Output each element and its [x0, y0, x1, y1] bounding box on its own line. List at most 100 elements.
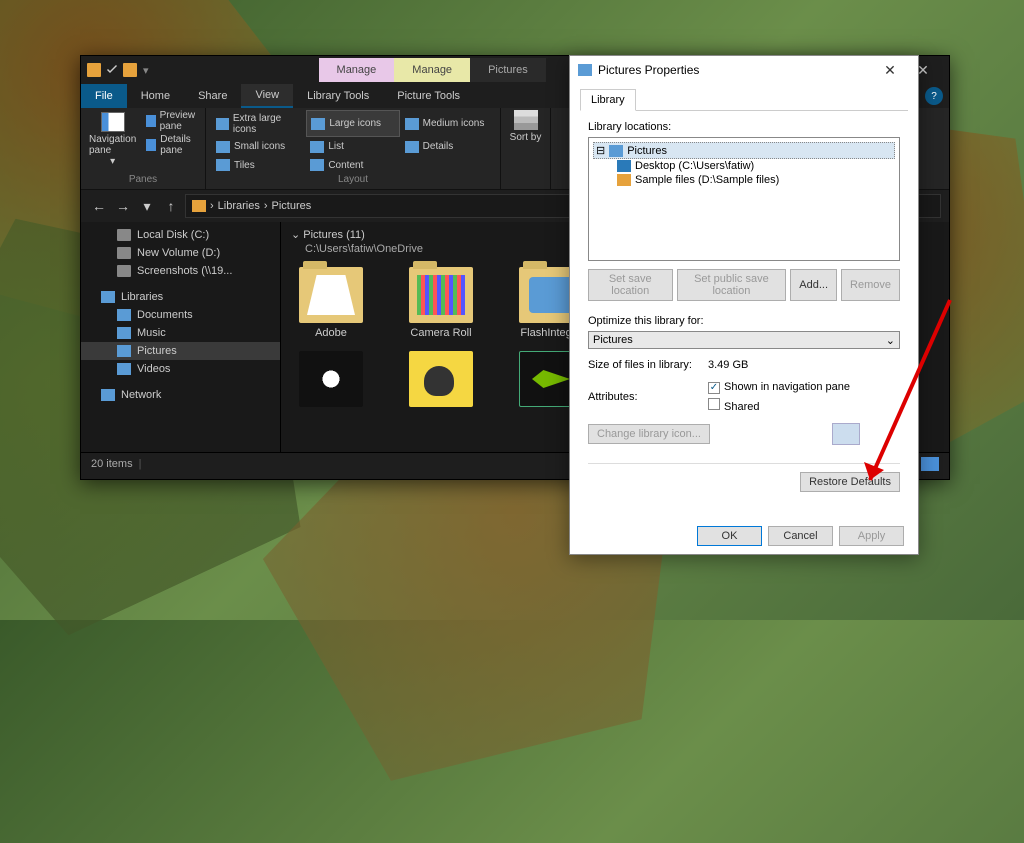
checkbox-label: Shared [724, 401, 759, 413]
sidebar-label: Documents [137, 309, 193, 321]
layout-label: List [328, 141, 344, 152]
sidebar-item-music[interactable]: Music [81, 324, 280, 342]
layout-large[interactable]: Large icons [306, 110, 399, 137]
sidebar-item-videos[interactable]: Videos [81, 360, 280, 378]
folder-camera-roll[interactable]: Camera Roll [401, 267, 481, 339]
layout-list[interactable]: List [306, 138, 399, 155]
disk-icon [117, 247, 131, 259]
shown-in-nav-checkbox[interactable]: ✓Shown in navigation pane [708, 381, 850, 394]
checkbox-icon: ✓ [708, 382, 720, 394]
layout-label: Medium icons [423, 118, 485, 129]
pictures-properties-dialog: Pictures Properties ✕ Library Library lo… [569, 55, 919, 555]
navigation-pane-button[interactable]: Navigation pane ▾ [87, 110, 138, 174]
remove-location-button[interactable]: Remove [841, 269, 900, 301]
layout-icon [310, 141, 324, 153]
status-item-count: 20 items [91, 458, 133, 470]
set-save-location-button[interactable]: Set save location [588, 269, 673, 301]
qat-dropdown-icon[interactable]: ▾ [143, 64, 149, 77]
tree-label: Desktop (C:\Users\fatiw) [635, 160, 754, 172]
menu-home[interactable]: Home [127, 84, 184, 108]
sidebar-item-pictures[interactable]: Pictures [81, 342, 280, 360]
window-title: Pictures [470, 58, 546, 82]
sidebar-label: Libraries [121, 291, 163, 303]
menu-library-tools[interactable]: Library Tools [293, 84, 383, 108]
folder-adobe[interactable]: Adobe [291, 267, 371, 339]
layout-tiles[interactable]: Tiles [212, 157, 305, 174]
sort-icon [514, 110, 538, 130]
chevron-right-icon[interactable]: › [210, 200, 214, 212]
shared-checkbox[interactable]: Shared [708, 398, 850, 413]
navigation-sidebar: Local Disk (C:) New Volume (D:) Screensh… [81, 222, 281, 452]
content-title: Pictures (11) [303, 229, 365, 241]
library-icon [578, 64, 592, 76]
sidebar-item-screenshots[interactable]: Screenshots (\\19... [81, 262, 280, 280]
menu-file[interactable]: File [81, 84, 127, 108]
locations-label: Library locations: [588, 121, 900, 133]
file-label: Camera Roll [410, 327, 471, 339]
layout-medium[interactable]: Medium icons [401, 110, 494, 137]
details-pane-button[interactable]: Details pane [146, 134, 200, 156]
sidebar-label: New Volume (D:) [137, 247, 220, 259]
tree-item-sample-files[interactable]: Sample files (D:\Sample files) [593, 173, 895, 187]
breadcrumb-icon [192, 200, 206, 212]
details-pane-icon [146, 139, 156, 151]
documents-icon [117, 309, 131, 321]
pictures-library-icon [609, 145, 623, 157]
optimize-select[interactable]: Pictures⌄ [588, 331, 900, 349]
dialog-titlebar[interactable]: Pictures Properties ✕ [570, 56, 918, 84]
folder-icon [617, 174, 631, 186]
menu-view[interactable]: View [241, 84, 293, 108]
sidebar-label: Pictures [137, 345, 177, 357]
sidebar-label: Music [137, 327, 166, 339]
chevron-right-icon[interactable]: › [264, 200, 268, 212]
layout-label: Extra large icons [233, 113, 301, 135]
sort-by-button[interactable]: Sort by [510, 110, 542, 143]
view-mode-button[interactable] [921, 457, 939, 471]
add-location-button[interactable]: Add... [790, 269, 837, 301]
tree-item-desktop[interactable]: Desktop (C:\Users\fatiw) [593, 159, 895, 173]
tree-item-pictures[interactable]: ⊟Pictures [593, 142, 895, 159]
layout-icon [216, 141, 230, 153]
preview-pane-button[interactable]: Preview pane [146, 110, 200, 132]
layout-extra-large[interactable]: Extra large icons [212, 110, 305, 137]
back-button[interactable]: ← [89, 198, 109, 214]
videos-icon [117, 363, 131, 375]
restore-defaults-button[interactable]: Restore Defaults [800, 472, 900, 492]
disk-icon [117, 229, 131, 241]
sidebar-item-libraries[interactable]: Libraries [81, 288, 280, 306]
sidebar-item-documents[interactable]: Documents [81, 306, 280, 324]
ribbon-group-layout: Extra large icons Large icons Medium ico… [206, 108, 501, 189]
contextual-tab-library[interactable]: Manage [319, 58, 395, 82]
locations-tree[interactable]: ⊟Pictures Desktop (C:\Users\fatiw) Sampl… [588, 137, 900, 261]
menu-picture-tools[interactable]: Picture Tools [383, 84, 474, 108]
sidebar-label: Screenshots (\\19... [137, 265, 232, 277]
set-public-save-location-button[interactable]: Set public save location [677, 269, 787, 301]
layout-small[interactable]: Small icons [212, 138, 305, 155]
apply-button[interactable]: Apply [839, 526, 904, 546]
cancel-button[interactable]: Cancel [768, 526, 833, 546]
image-file[interactable] [401, 351, 481, 411]
history-dropdown[interactable]: ▾ [137, 198, 157, 215]
layout-content[interactable]: Content [306, 157, 399, 174]
sidebar-item-new-volume[interactable]: New Volume (D:) [81, 244, 280, 262]
tab-library[interactable]: Library [580, 89, 636, 111]
change-library-icon-button[interactable]: Change library icon... [588, 424, 710, 444]
up-button[interactable]: ↑ [161, 198, 181, 214]
breadcrumb-libraries[interactable]: Libraries [218, 200, 260, 212]
layout-details[interactable]: Details [401, 138, 494, 155]
layout-icon [405, 141, 419, 153]
menu-share[interactable]: Share [184, 84, 241, 108]
sidebar-item-local-disk[interactable]: Local Disk (C:) [81, 226, 280, 244]
preview-pane-icon [146, 115, 155, 127]
contextual-tabs: Manage Manage Pictures [319, 58, 546, 82]
sidebar-item-network[interactable]: Network [81, 386, 280, 404]
breadcrumb-pictures[interactable]: Pictures [272, 200, 312, 212]
contextual-tab-picture[interactable]: Manage [394, 58, 470, 82]
dialog-close-button[interactable]: ✕ [870, 62, 910, 79]
forward-button[interactable]: → [113, 198, 133, 214]
disk-icon [117, 265, 131, 277]
help-icon[interactable]: ? [925, 87, 943, 105]
ok-button[interactable]: OK [697, 526, 762, 546]
image-file[interactable] [291, 351, 371, 411]
expand-icon[interactable]: ⊟ [596, 144, 605, 157]
